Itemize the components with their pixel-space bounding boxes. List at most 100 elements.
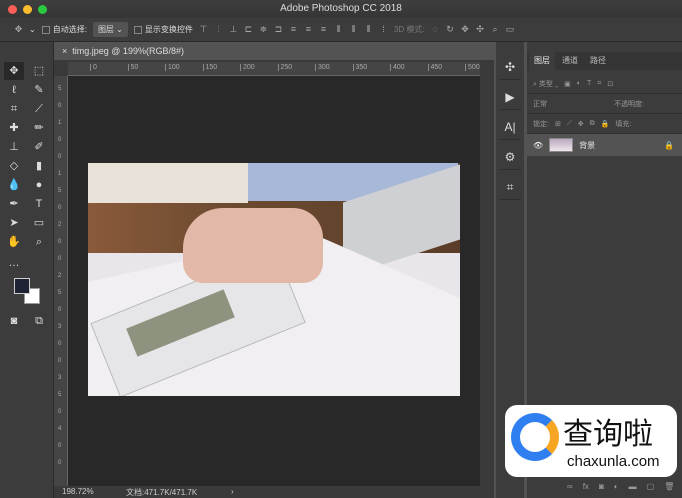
- distribute-vcenter-icon[interactable]: ≡: [304, 25, 313, 34]
- hand-tool-icon[interactable]: ✋: [4, 233, 24, 251]
- ruler-tick-label: 0: [58, 256, 62, 262]
- lock-all-icon[interactable]: 🔒: [601, 120, 610, 128]
- align-vcenter-icon[interactable]: ⫶: [214, 25, 223, 34]
- align-left-icon[interactable]: ⊏: [244, 25, 253, 34]
- filter-type-icon[interactable]: T: [587, 80, 591, 87]
- minimize-window-button[interactable]: [23, 5, 32, 14]
- actions-play-icon[interactable]: ▶: [499, 84, 521, 110]
- title-bar: Adobe Photoshop CC 2018: [0, 0, 682, 18]
- close-tab-icon[interactable]: ×: [62, 46, 67, 56]
- type-tool-icon[interactable]: T: [29, 195, 49, 213]
- lock-pixels-icon[interactable]: ⊞: [555, 120, 561, 128]
- clone-stamp-icon[interactable]: ⊥: [4, 138, 24, 156]
- align-bottom-icon[interactable]: ⊥: [229, 25, 238, 34]
- zoom-level[interactable]: 198.72%: [62, 487, 94, 496]
- distribute-hcenter-icon[interactable]: ⫴: [349, 25, 358, 34]
- show-transform-checkbox[interactable]: 显示变换控件: [133, 24, 193, 35]
- zoom-tool-icon[interactable]: ⌕: [29, 233, 49, 251]
- adjustment-icon[interactable]: ◐: [614, 482, 619, 491]
- character-icon[interactable]: A|: [499, 114, 521, 140]
- blur-tool-icon[interactable]: 💧: [4, 176, 24, 194]
- align-top-icon[interactable]: ⊤: [199, 25, 208, 34]
- path-select-icon[interactable]: ➤: [4, 214, 24, 232]
- blend-mode-dropdown[interactable]: 正常: [533, 99, 608, 109]
- distribute-top-icon[interactable]: ≡: [289, 25, 298, 34]
- 3d-orbit-icon[interactable]: ◌: [431, 25, 440, 34]
- gradient-tool-icon[interactable]: ▮: [29, 157, 49, 175]
- pen-tool-icon[interactable]: ✒: [4, 195, 24, 213]
- ruler-tick-label: 250: [277, 64, 292, 71]
- auto-align-icon[interactable]: ⁞: [379, 25, 388, 34]
- ruler-tick-label: 400: [390, 64, 405, 71]
- auto-select-checkbox[interactable]: 自动选择:: [41, 24, 87, 35]
- tab-layers[interactable]: 图层: [529, 52, 555, 70]
- 3d-slide-icon[interactable]: ✣: [476, 25, 485, 34]
- layer-row-background[interactable]: 👁 背景 🔒: [527, 134, 682, 156]
- trash-icon[interactable]: 🗑: [664, 482, 674, 491]
- visibility-eye-icon[interactable]: 👁: [533, 141, 543, 150]
- quick-select-tool-icon[interactable]: ✎: [29, 81, 49, 99]
- 3d-pan-icon[interactable]: ✥: [461, 25, 470, 34]
- distribute-bottom-icon[interactable]: ≡: [319, 25, 328, 34]
- crop-icon[interactable]: ⌗: [499, 174, 521, 200]
- filter-smart-icon[interactable]: ⊡: [607, 80, 613, 88]
- eraser-tool-icon[interactable]: ◇: [4, 157, 24, 175]
- 3d-roll-icon[interactable]: ↻: [446, 25, 455, 34]
- horizontal-ruler: 0 50 100 150 200 250 300 350 400 450 500: [68, 62, 480, 76]
- workspace-icon[interactable]: ▭: [506, 25, 515, 34]
- marquee-tool-icon[interactable]: ⬚: [29, 62, 49, 80]
- distribute-right-icon[interactable]: ⫴: [364, 25, 373, 34]
- status-menu-arrow[interactable]: ›: [231, 487, 234, 496]
- filter-adjust-icon[interactable]: ◐: [577, 80, 581, 87]
- link-icon[interactable]: ∞: [567, 482, 573, 491]
- screen-mode-icon[interactable]: ⧉: [29, 312, 49, 330]
- filter-pixel-icon[interactable]: ▣: [564, 80, 571, 88]
- history-brush-icon[interactable]: ✐: [29, 138, 49, 156]
- brush-tool-icon[interactable]: ✏: [29, 119, 49, 137]
- eyedropper-tool-icon[interactable]: ⟋: [29, 100, 49, 118]
- more-tools-icon[interactable]: …: [4, 254, 24, 272]
- lasso-tool-icon[interactable]: ℓ: [4, 81, 24, 99]
- status-bar: 198.72% 文档:471.7K/471.7K ›: [54, 486, 494, 498]
- fx-icon[interactable]: fx: [583, 482, 589, 491]
- properties-icon[interactable]: ⚙: [499, 144, 521, 170]
- lock-paint-icon[interactable]: ⟋: [567, 120, 572, 128]
- watermark-title: 查询啦: [563, 417, 653, 452]
- vertical-ruler: 5 0 1 0 0 1 5 0 2 0 0 2 5 0 3 0 0 3 5 0 4 0 0: [54, 76, 68, 486]
- dodge-tool-icon[interactable]: ●: [29, 176, 49, 194]
- group-folder-icon[interactable]: ▬: [629, 482, 637, 491]
- ruler-tick-label: 100: [165, 64, 180, 71]
- rectangle-tool-icon[interactable]: ▭: [29, 214, 49, 232]
- ruler-tick-label: 450: [427, 64, 442, 71]
- healing-brush-icon[interactable]: ✚: [4, 119, 24, 137]
- close-window-button[interactable]: [8, 5, 17, 14]
- align-right-icon[interactable]: ⊐: [274, 25, 283, 34]
- tab-channels[interactable]: 通道: [557, 52, 583, 70]
- auto-select-dropdown[interactable]: 图层 ⌄: [92, 22, 128, 37]
- filter-dropdown[interactable]: ⌕ 类型 ⌄: [533, 79, 558, 89]
- mask-icon[interactable]: ◙: [599, 482, 604, 491]
- align-hcenter-icon[interactable]: ≑: [259, 25, 268, 34]
- ruler-tick-label: 0: [58, 409, 62, 415]
- move-tool-icon[interactable]: ✥: [14, 25, 23, 34]
- tab-paths[interactable]: 路径: [585, 52, 611, 70]
- ruler-tick-label: 3: [58, 375, 62, 381]
- ruler-tick-label: 4: [58, 426, 62, 432]
- foreground-color-swatch[interactable]: [14, 278, 30, 294]
- ruler-tick-label: 5: [58, 290, 62, 296]
- lock-position-icon[interactable]: ✥: [578, 120, 584, 128]
- move-tool-icon[interactable]: ✥: [4, 62, 24, 80]
- maximize-window-button[interactable]: [38, 5, 47, 14]
- watermark: 查询啦 chaxunla.com: [505, 405, 677, 477]
- ruler-tick-label: 0: [58, 460, 62, 466]
- distribute-left-icon[interactable]: ⫴: [334, 25, 343, 34]
- libraries-icon[interactable]: ✣: [499, 54, 521, 80]
- chevron-down-icon[interactable]: ⌄: [29, 25, 36, 34]
- lock-artboard-icon[interactable]: ⧉: [590, 120, 595, 128]
- document-tab[interactable]: × timg.jpeg @ 199%(RGB/8#): [56, 42, 194, 60]
- new-layer-icon[interactable]: ▢: [647, 482, 655, 491]
- crop-tool-icon[interactable]: ⌗: [4, 100, 24, 118]
- quick-mask-icon[interactable]: ◙: [4, 312, 24, 330]
- filter-shape-icon[interactable]: ⌗: [597, 80, 601, 88]
- search-icon[interactable]: ⌕: [491, 25, 500, 34]
